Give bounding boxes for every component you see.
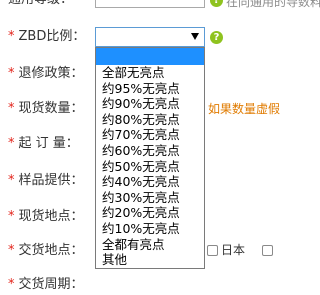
dropdown-option[interactable]: 约90%无亮点 xyxy=(96,96,204,112)
delivery-location-label: * 交货地点： xyxy=(8,243,84,258)
zbd-dropdown-list: 全部无亮点 约95%无亮点 约90%无亮点 约80%无亮点 约70%无亮点 约6… xyxy=(95,47,205,269)
top-help-icon[interactable]: ? xyxy=(210,0,223,7)
zbd-label: * ZBD比例： xyxy=(8,29,86,44)
dropdown-option[interactable]: 约10%无亮点 xyxy=(96,221,204,237)
dropdown-option-empty-highlighted[interactable] xyxy=(96,48,204,65)
return-policy-label: * 退修政策： xyxy=(8,66,84,81)
stock-qty-label: * 现货数量： xyxy=(8,101,84,116)
dropdown-option[interactable]: 全都有亮点 xyxy=(96,237,204,253)
stock-qty-warning: 如果数量虚假 xyxy=(208,102,281,116)
top-row-label: 通用等级： xyxy=(8,0,73,8)
dropdown-option[interactable]: 约40%无亮点 xyxy=(96,174,204,190)
top-row-hint: 在同通用的导数料 xyxy=(226,0,320,9)
min-order-label: * 起 订 量： xyxy=(8,136,79,151)
checkbox-next[interactable] xyxy=(262,245,273,256)
dropdown-option[interactable]: 约20%无亮点 xyxy=(96,205,204,221)
dropdown-option[interactable]: 约60%无亮点 xyxy=(96,143,204,159)
checkbox-japan[interactable] xyxy=(207,245,218,256)
chevron-down-icon xyxy=(191,33,199,40)
dropdown-option[interactable]: 约80%无亮点 xyxy=(96,112,204,128)
stock-location-label: * 现货地点： xyxy=(8,209,84,224)
required-mark: * xyxy=(8,29,15,44)
dropdown-option[interactable]: 约50%无亮点 xyxy=(96,159,204,175)
sample-label: * 样品提供： xyxy=(8,173,84,188)
zbd-help-icon[interactable]: ? xyxy=(210,31,223,44)
top-row: 通用等级： ? 在同通用的导数料 xyxy=(0,0,320,20)
top-row-select[interactable] xyxy=(95,0,205,8)
zbd-select[interactable] xyxy=(95,27,205,47)
delivery-period-label: * 交货周期： xyxy=(8,277,84,292)
dropdown-option[interactable]: 其他 xyxy=(96,252,204,268)
checkbox-japan-label: 日本 xyxy=(221,243,246,257)
dropdown-option[interactable]: 约70%无亮点 xyxy=(96,127,204,143)
dropdown-option[interactable]: 约30%无亮点 xyxy=(96,190,204,206)
delivery-period-row: * 交货周期： xyxy=(0,275,275,295)
dropdown-option[interactable]: 约95%无亮点 xyxy=(96,81,204,97)
dropdown-option[interactable]: 全部无亮点 xyxy=(96,65,204,81)
